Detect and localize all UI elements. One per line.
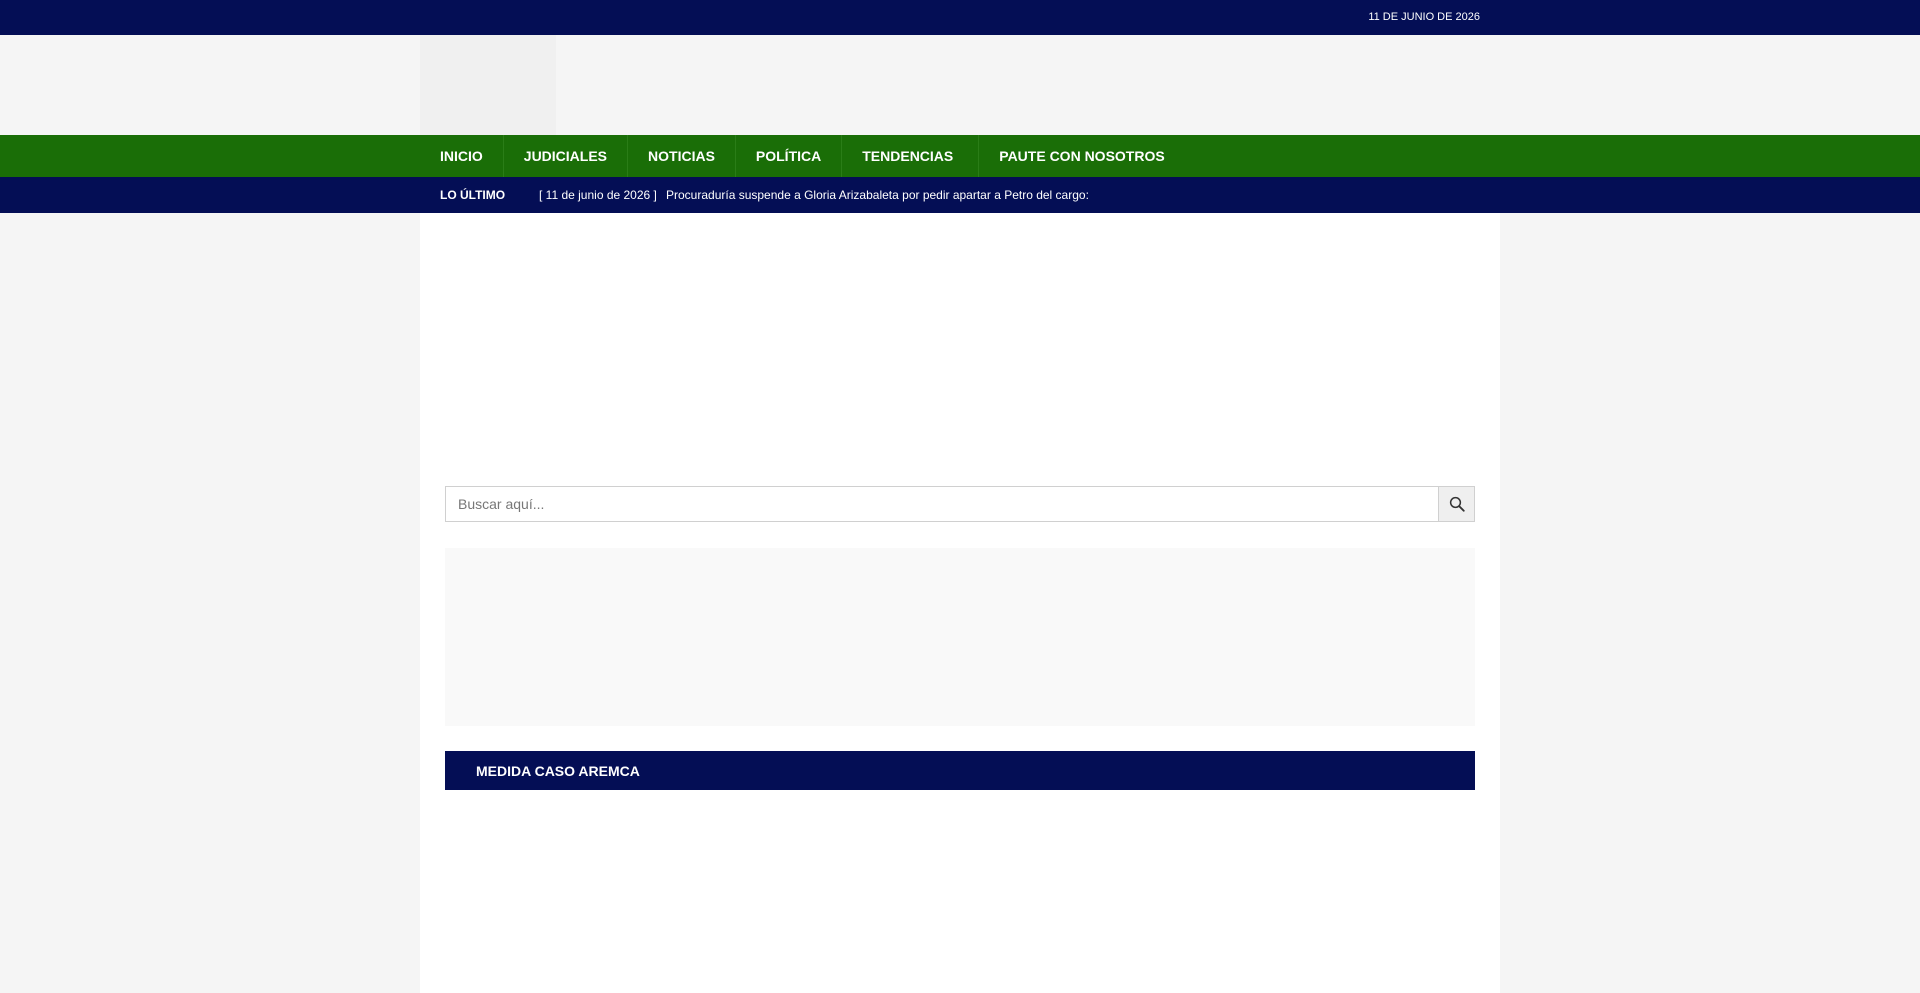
nav-item-paute[interactable]: PAUTE CON NOSOTROS [979, 135, 1184, 177]
section-header: MEDIDA CASO AREMCA [445, 751, 1475, 790]
facebook-icon[interactable] [1300, 188, 1310, 200]
nav-item-label: PAUTE CON NOSOTROS [999, 148, 1165, 164]
social-links [1300, 188, 1485, 200]
site-header [0, 35, 1920, 135]
nav-item-judiciales[interactable]: JUDICIALES [504, 135, 629, 177]
search-input[interactable] [446, 487, 1439, 521]
main-nav: INICIO JUDICIALES NOTICIAS POLÍTICA TEND… [0, 135, 1920, 177]
nav-item-label: JUDICIALES [523, 148, 608, 164]
search-form [445, 486, 1475, 522]
nav-item-tendencias[interactable]: TENDENCIAS [842, 135, 980, 177]
news-ticker: LO ÚLTIMO [ 11 de junio de 2026 ] Procur… [0, 177, 1920, 213]
youtube-icon[interactable] [1370, 188, 1380, 200]
twitter-icon[interactable] [1335, 188, 1345, 200]
ticker-headline-link[interactable]: Procuraduría suspende a Gloria Arizabale… [666, 188, 1089, 202]
nav-item-label: TENDENCIAS [862, 148, 954, 164]
site-logo[interactable] [420, 35, 556, 135]
telegram-icon[interactable] [1475, 188, 1485, 200]
nav-item-inicio[interactable]: INICIO [420, 135, 504, 177]
section-title: MEDIDA CASO AREMCA [476, 763, 640, 779]
search-icon [1449, 496, 1465, 512]
ad-placeholder [445, 548, 1475, 726]
nav-item-label: NOTICIAS [648, 148, 715, 164]
top-bar: 11 DE JUNIO DE 2026 [0, 0, 1920, 35]
ticker-label: LO ÚLTIMO [440, 188, 506, 202]
instagram-icon[interactable] [1405, 188, 1415, 200]
nav-item-label: INICIO [440, 148, 483, 164]
main-content: MEDIDA CASO AREMCA [420, 213, 1500, 993]
search-button[interactable] [1438, 487, 1474, 521]
nav-item-noticias[interactable]: NOTICIAS [628, 135, 736, 177]
current-date: 11 DE JUNIO DE 2026 [1368, 11, 1480, 23]
nav-item-politica[interactable]: POLÍTICA [736, 135, 843, 177]
nav-item-label: POLÍTICA [755, 148, 822, 164]
ticker-date: [ 11 de junio de 2026 ] [539, 188, 657, 202]
whatsapp-icon[interactable] [1440, 188, 1450, 200]
